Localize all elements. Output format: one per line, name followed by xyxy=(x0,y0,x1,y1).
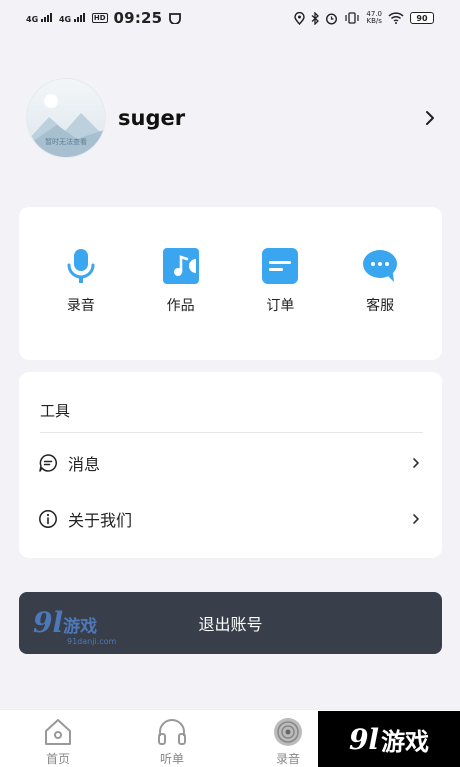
hd-badge: HD xyxy=(91,13,108,23)
signal-1-label: 4G xyxy=(26,14,39,24)
feature-support[interactable]: 客服 xyxy=(340,247,420,315)
vibrate-icon xyxy=(345,12,360,24)
avatar[interactable]: 暂时无法查看 xyxy=(26,78,106,158)
watermark-text: 游戏 xyxy=(381,727,430,756)
wifi-icon xyxy=(388,12,404,24)
logout-label: 退出账号 xyxy=(198,615,263,634)
tab-record[interactable]: 录音 xyxy=(258,716,318,767)
watermark-domain: 91danji.com xyxy=(67,637,117,646)
feature-label: 录音 xyxy=(66,298,95,314)
music-note-icon xyxy=(162,248,199,284)
tools-title: 工具 xyxy=(40,402,71,420)
battery-indicator: 90 xyxy=(410,12,434,24)
status-bar: 4G 4G HD 09:25 47.0 KB/s 90 xyxy=(0,0,460,36)
order-icon xyxy=(262,248,299,284)
bluetooth-icon xyxy=(311,11,320,25)
watermark-banner: 9l 游戏 xyxy=(318,711,460,767)
alarm-icon xyxy=(326,12,338,25)
message-icon xyxy=(39,454,57,472)
signal-2: 4G xyxy=(58,12,86,24)
chevron-right-icon xyxy=(413,458,419,468)
feature-grid: 录音 作品 订单 客服 xyxy=(19,207,442,315)
headphones-icon xyxy=(158,719,186,745)
tab-label: 听单 xyxy=(159,752,184,766)
chevron-right-icon xyxy=(413,514,419,524)
status-left: 4G 4G HD 09:25 xyxy=(26,9,182,27)
home-icon xyxy=(45,719,71,745)
tab-listen[interactable]: 听单 xyxy=(142,716,202,767)
watermark-logo: 9l游戏 91danji.com xyxy=(33,606,116,646)
watermark-number: 9l xyxy=(33,606,64,639)
tab-label: 录音 xyxy=(275,752,300,766)
record-disc-icon xyxy=(274,718,302,746)
tools-card: 工具 消息 关于我们 xyxy=(19,372,442,558)
tool-label: 关于我们 xyxy=(68,511,133,530)
clock: 09:25 xyxy=(113,9,163,27)
feature-label: 作品 xyxy=(166,298,195,314)
microphone-icon xyxy=(67,249,95,283)
signal-bars-icon xyxy=(73,12,85,22)
tool-row-messages[interactable]: 消息 xyxy=(38,443,423,483)
avatar-placeholder-text: 暂时无法查看 xyxy=(45,138,87,146)
signal-bars-icon xyxy=(40,12,52,22)
feature-orders[interactable]: 订单 xyxy=(240,247,320,315)
signal-1: 4G xyxy=(26,12,53,24)
feature-card: 录音 作品 订单 客服 xyxy=(19,207,442,360)
profile-row[interactable]: 暂时无法查看 suger xyxy=(26,78,446,158)
tool-label: 消息 xyxy=(68,455,101,474)
notification-icon xyxy=(169,13,182,24)
watermark-text: 游戏 xyxy=(63,617,98,637)
speed-unit: KB/s xyxy=(366,17,382,25)
logout-button[interactable]: 9l游戏 91danji.com 退出账号 xyxy=(19,592,442,654)
tool-row-about[interactable]: 关于我们 xyxy=(38,499,423,539)
status-right: 47.0 KB/s 90 xyxy=(294,11,434,25)
chat-bubble-icon xyxy=(363,250,398,282)
feature-works[interactable]: 作品 xyxy=(141,247,221,315)
watermark-number: 9l xyxy=(348,722,380,756)
info-icon xyxy=(39,510,57,528)
tab-home[interactable]: 首页 xyxy=(28,716,88,767)
username: suger xyxy=(118,106,186,130)
feature-label: 客服 xyxy=(366,298,395,314)
chevron-right-icon[interactable] xyxy=(420,108,440,128)
divider xyxy=(40,432,423,433)
feature-label: 订单 xyxy=(266,298,295,314)
feature-record[interactable]: 录音 xyxy=(41,247,121,315)
tab-label: 首页 xyxy=(45,752,70,766)
network-speed: 47.0 KB/s xyxy=(366,11,382,25)
signal-2-label: 4G xyxy=(58,14,72,24)
location-icon xyxy=(294,11,306,25)
